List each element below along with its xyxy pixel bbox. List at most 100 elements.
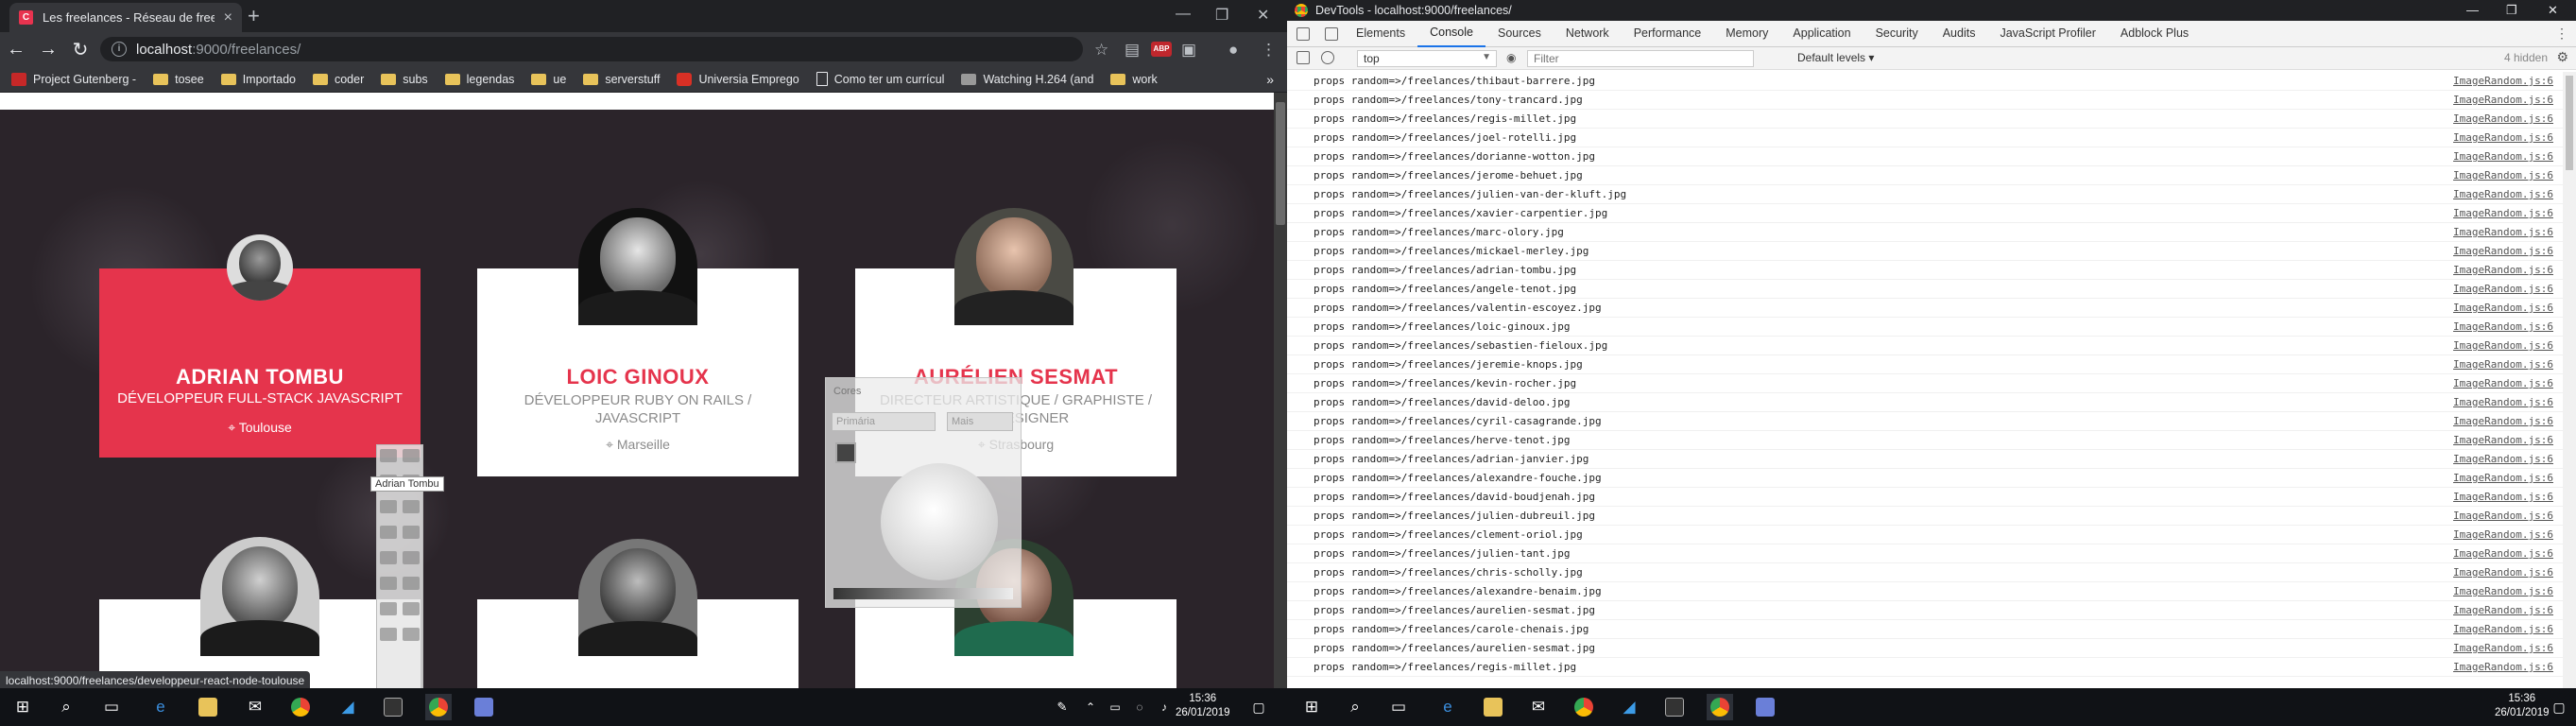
tab-javascript-profiler[interactable]: JavaScript Profiler <box>1987 21 2107 46</box>
tab-memory[interactable]: Memory <box>1713 21 1780 46</box>
bookmarks-overflow-icon[interactable]: » <box>1266 72 1274 87</box>
restore-icon[interactable]: ❐ <box>1215 6 1228 25</box>
log-source-link[interactable]: ImageRandom.js:6 <box>2453 450 2553 469</box>
bookmark-folder-tosee[interactable]: tosee <box>153 73 204 86</box>
chrome-icon[interactable] <box>1571 694 1597 720</box>
bookmark-folder-work[interactable]: work <box>1110 73 1158 86</box>
chevron-up-icon[interactable]: ⌃ <box>1077 694 1104 720</box>
log-source-link[interactable]: ImageRandom.js:6 <box>2453 204 2553 223</box>
page-scrollbar[interactable] <box>1274 93 1287 688</box>
log-source-link[interactable]: ImageRandom.js:6 <box>2453 280 2553 299</box>
tab-close-icon[interactable]: × <box>224 9 232 26</box>
free-select-tool-icon[interactable] <box>403 449 420 462</box>
search-icon[interactable]: ⌕ <box>53 694 79 720</box>
log-source-link[interactable]: ImageRandom.js:6 <box>2453 639 2553 658</box>
context-select[interactable]: top ▼ <box>1357 50 1497 67</box>
tab-adblock-plus[interactable]: Adblock Plus <box>2108 21 2201 46</box>
cast-icon[interactable]: ▣ <box>1181 41 1196 60</box>
info-icon[interactable]: i <box>112 42 127 57</box>
vscode-icon[interactable]: ◢ <box>1616 694 1642 720</box>
extension-icon[interactable]: ▤ <box>1125 41 1140 60</box>
taskbar-clock-right[interactable]: 15:36 26/01/2019 <box>2495 692 2550 720</box>
log-source-link[interactable]: ImageRandom.js:6 <box>2453 337 2553 355</box>
console-scrollbar[interactable] <box>2563 72 2576 688</box>
bookmark-universia[interactable]: Universia Emprego <box>677 72 799 86</box>
log-source-link[interactable]: ImageRandom.js:6 <box>2453 129 2553 147</box>
pencil-tool-icon[interactable] <box>380 526 397 539</box>
devtools-menu-icon[interactable]: ⋮ <box>2555 26 2568 42</box>
polygon-tool-icon[interactable] <box>403 602 420 615</box>
tab-elements[interactable]: Elements <box>1344 21 1417 46</box>
bookmark-folder-legendas[interactable]: legendas <box>444 73 514 86</box>
log-source-link[interactable]: ImageRandom.js:6 <box>2453 544 2553 563</box>
bookmark-watching-h264[interactable]: Watching H.264 (and <box>961 73 1093 86</box>
chrome-active-icon[interactable] <box>1707 694 1733 720</box>
volume-icon[interactable]: ♪ <box>1151 694 1177 720</box>
bookmark-folder-coder[interactable]: coder <box>312 73 364 86</box>
tab-console[interactable]: Console <box>1417 20 1485 47</box>
log-source-link[interactable]: ImageRandom.js:6 <box>2453 526 2553 544</box>
log-source-link[interactable]: ImageRandom.js:6 <box>2453 166 2553 185</box>
vscode-icon[interactable]: ◢ <box>335 694 361 720</box>
log-source-link[interactable]: ImageRandom.js:6 <box>2453 261 2553 280</box>
clear-console-icon[interactable] <box>1321 51 1334 64</box>
inspect-element-icon[interactable] <box>1297 26 1310 41</box>
log-source-link[interactable]: ImageRandom.js:6 <box>2453 299 2553 318</box>
tab-sources[interactable]: Sources <box>1485 21 1554 46</box>
color-wheel[interactable] <box>881 463 998 580</box>
log-source-link[interactable]: ImageRandom.js:6 <box>2453 374 2553 393</box>
ellipse-tool-icon[interactable] <box>380 628 397 641</box>
picker-tool-icon[interactable] <box>380 500 397 513</box>
device-toolbar-icon[interactable] <box>1325 26 1338 41</box>
windows-start-icon[interactable]: ⊞ <box>9 694 36 720</box>
new-tab-button[interactable]: + <box>248 6 260 26</box>
paint-icon[interactable] <box>1752 694 1778 720</box>
line-tool-icon[interactable] <box>380 577 397 590</box>
task-view-icon[interactable]: ▭ <box>98 694 125 720</box>
adblock-plus-icon[interactable]: ABP <box>1151 42 1172 57</box>
log-source-link[interactable]: ImageRandom.js:6 <box>2453 658 2553 677</box>
log-source-link[interactable]: ImageRandom.js:6 <box>2453 110 2553 129</box>
bookmark-folder-serverstuff[interactable]: serverstuff <box>583 73 660 86</box>
log-source-link[interactable]: ImageRandom.js:6 <box>2453 393 2553 412</box>
bookmark-star-icon[interactable]: ☆ <box>1094 41 1108 60</box>
log-source-link[interactable]: ImageRandom.js:6 <box>2453 412 2553 431</box>
brightness-slider[interactable] <box>833 588 1013 599</box>
restore-icon[interactable]: ❐ <box>2506 3 2517 18</box>
primary-color-select[interactable]: Primária <box>832 412 936 431</box>
rectangle-tool-icon[interactable] <box>380 602 397 615</box>
file-explorer-icon[interactable] <box>195 694 221 720</box>
bookmark-folder-ue[interactable]: ue <box>531 73 566 86</box>
edge-icon[interactable]: e <box>1434 694 1461 720</box>
forward-icon[interactable]: → <box>32 39 64 60</box>
text-tool-icon[interactable] <box>403 551 420 564</box>
windows-start-icon[interactable]: ⊞ <box>1298 694 1325 720</box>
log-source-link[interactable]: ImageRandom.js:6 <box>2453 318 2553 337</box>
log-source-link[interactable]: ImageRandom.js:6 <box>2453 72 2553 91</box>
back-icon[interactable]: ← <box>0 39 32 60</box>
notifications-icon[interactable]: ▢ <box>2546 694 2572 720</box>
brush-tool-icon[interactable] <box>403 526 420 539</box>
mail-icon[interactable]: ✉ <box>242 694 268 720</box>
tab-application[interactable]: Application <box>1780 21 1863 46</box>
eye-icon[interactable]: ◉ <box>1506 51 1516 64</box>
bookmark-folder-importado[interactable]: Importado <box>220 73 296 86</box>
tab-performance[interactable]: Performance <box>1622 21 1714 46</box>
menu-icon[interactable]: ⋮ <box>1261 41 1277 60</box>
page-scroll-thumb[interactable] <box>1276 102 1285 225</box>
search-icon[interactable]: ⌕ <box>1342 694 1368 720</box>
tab-network[interactable]: Network <box>1554 21 1622 46</box>
bookmark-gutenberg[interactable]: Project Gutenberg - <box>11 72 136 86</box>
notifications-icon[interactable]: ▢ <box>1245 694 1272 720</box>
log-source-link[interactable]: ImageRandom.js:6 <box>2453 582 2553 601</box>
log-source-link[interactable]: ImageRandom.js:6 <box>2453 469 2553 488</box>
log-levels-dropdown[interactable]: Default levels ▾ <box>1797 51 1874 64</box>
console-filter-input[interactable] <box>1527 50 1754 67</box>
close-window-icon[interactable]: ✕ <box>2548 3 2558 18</box>
edge-icon[interactable]: e <box>147 694 174 720</box>
log-source-link[interactable]: ImageRandom.js:6 <box>2453 563 2553 582</box>
select-tool-icon[interactable] <box>380 449 397 462</box>
file-explorer-icon[interactable] <box>1480 694 1506 720</box>
battery-icon[interactable]: ▭ <box>1102 694 1128 720</box>
task-view-icon[interactable]: ▭ <box>1385 694 1412 720</box>
